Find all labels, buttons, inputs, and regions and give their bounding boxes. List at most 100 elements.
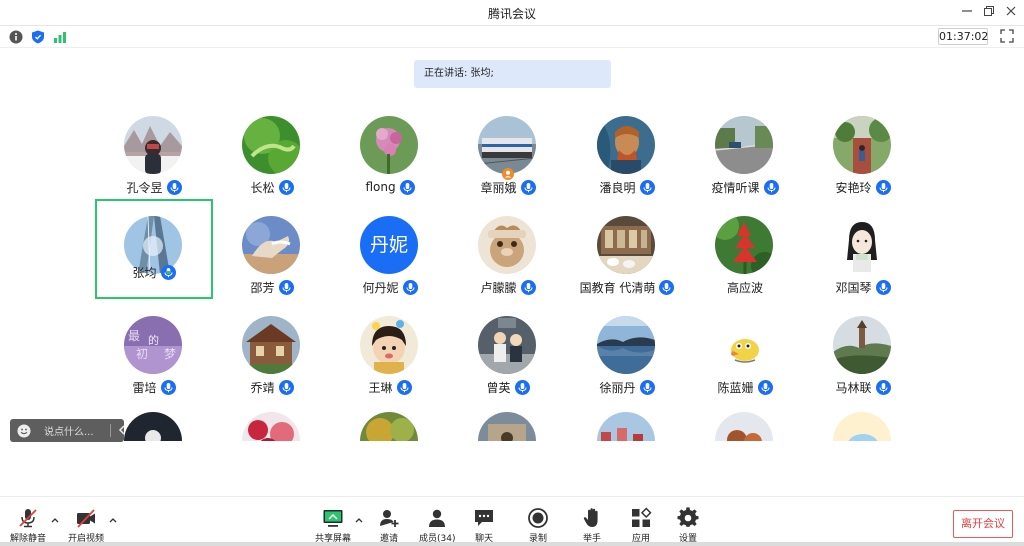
participant-name-row: 孔令昱	[95, 179, 213, 195]
participant-tile[interactable]: 最的初 梦雷培	[95, 299, 213, 399]
participant-name-row: 马林联	[804, 379, 922, 395]
chat-button[interactable]: 聊天	[472, 507, 496, 544]
close-button[interactable]	[1002, 4, 1020, 22]
share-screen-button[interactable]: 共享屏幕	[313, 507, 353, 544]
avatar-image	[715, 216, 773, 274]
participant-tile[interactable]: 陈蓝姗	[686, 299, 804, 399]
participant-tile[interactable]: 曾英	[449, 299, 567, 399]
avatar-image	[597, 316, 655, 374]
add-user-icon	[380, 510, 399, 527]
participant-name: 潘良明	[599, 180, 636, 195]
svg-text:初: 初	[136, 347, 148, 361]
participant-tile[interactable]: 张均	[95, 199, 213, 299]
restore-button[interactable]	[980, 4, 998, 22]
participant-tile[interactable]: 卢朦朦	[449, 199, 567, 299]
svg-text:最: 最	[128, 329, 140, 343]
apps-button[interactable]: 应用	[629, 507, 653, 544]
participant-name: 高应波	[726, 280, 763, 295]
window-titlebar: 腾讯会议	[0, 0, 1024, 26]
apps-grid-icon	[632, 507, 652, 527]
participant-name: 国教育 代清萌	[579, 280, 656, 295]
participant-name: 孔令昱	[126, 180, 163, 195]
mic-icon	[402, 279, 418, 295]
chat-placeholder[interactable]: 说点什么...	[44, 423, 94, 438]
participant-tile[interactable]: 王琳	[331, 299, 449, 399]
participant-tile[interactable]: 潘良明	[568, 99, 686, 199]
participant-name: 陈蓝姗	[717, 380, 754, 395]
participant-tile[interactable]: 高应波	[686, 199, 804, 299]
participant-tile[interactable]: 邵芳	[213, 199, 331, 299]
emoji-icon[interactable]	[17, 424, 31, 438]
participant-tile[interactable]: flong	[331, 99, 449, 199]
participant-name: 章丽娥	[480, 180, 517, 195]
participant-tile[interactable]: 安艳玲	[804, 99, 922, 199]
chevron-up-icon[interactable]	[50, 515, 60, 525]
mic-icon	[399, 179, 415, 195]
security-shield-icon[interactable]	[31, 30, 45, 44]
signal-strength-icon[interactable]	[53, 30, 67, 44]
settings-button[interactable]: 设置	[676, 507, 700, 544]
avatar-partial	[478, 412, 536, 441]
participant-tile[interactable]: 乔靖	[213, 299, 331, 399]
participant-tile[interactable]: 丹妮 何丹妮	[331, 199, 449, 299]
participant-name-row: 邵芳	[213, 279, 331, 295]
avatar	[833, 116, 891, 174]
avatar	[833, 216, 891, 274]
avatar	[715, 216, 773, 274]
record-button[interactable]: 录制	[526, 507, 550, 544]
avatar	[478, 316, 536, 374]
participant-tile[interactable]: 国教育 代清萌	[568, 199, 686, 299]
participant-name-row: 乔靖	[213, 379, 331, 395]
svg-text:梦: 梦	[164, 347, 176, 361]
avatar-image	[597, 412, 655, 441]
mic-icon	[278, 379, 294, 395]
svg-text:的: 的	[148, 333, 159, 347]
chevron-up-icon[interactable]	[108, 515, 118, 525]
avatar-image: 最的初 梦	[124, 316, 182, 374]
avatar-image	[360, 316, 418, 374]
avatar-image	[478, 216, 536, 274]
participant-tile[interactable]: 邓国琴	[804, 199, 922, 299]
participant-name: 张均	[132, 265, 157, 280]
members-button[interactable]: 成员(34)	[419, 507, 455, 544]
avatar-image	[242, 216, 300, 274]
participant-tile[interactable]: 疫情听课	[686, 99, 804, 199]
avatar-image	[242, 316, 300, 374]
bottom-strip	[0, 542, 1024, 546]
start-video-button[interactable]: 开启视频	[66, 507, 106, 544]
avatar-image	[124, 412, 182, 441]
participant-name-row: 安艳玲	[804, 179, 922, 195]
avatar-image	[833, 216, 891, 274]
avatar	[833, 316, 891, 374]
participant-name-row: 邓国琴	[804, 279, 922, 295]
participant-name-row: flong	[331, 179, 449, 195]
mic-icon	[875, 179, 891, 195]
participant-tile[interactable]: 孔令昱	[95, 99, 213, 199]
leave-meeting-button[interactable]: 离开会议	[953, 510, 1013, 538]
chevron-left-icon[interactable]	[117, 423, 127, 437]
mic-icon	[875, 279, 891, 295]
fullscreen-icon[interactable]	[1000, 29, 1014, 43]
info-icon[interactable]	[9, 30, 23, 44]
minimize-button[interactable]	[958, 4, 976, 22]
participant-name-row: 张均	[97, 264, 211, 280]
avatar-partial	[833, 412, 891, 441]
quick-chat-bar[interactable]: 说点什么...	[10, 419, 127, 442]
participant-tile[interactable]: 马林联	[804, 299, 922, 399]
participant-name: 曾英	[486, 380, 511, 395]
participant-name-row: 曾英	[449, 379, 567, 395]
mic-icon	[875, 379, 891, 395]
unmute-button[interactable]: 解除静音	[9, 507, 47, 544]
avatar-partial	[242, 412, 300, 441]
mic-icon	[278, 179, 294, 195]
participant-tile[interactable]: 徐丽丹	[568, 299, 686, 399]
avatar	[242, 216, 300, 274]
participant-tile[interactable]: 长松	[213, 99, 331, 199]
participant-tile[interactable]: 章丽娥	[449, 99, 567, 199]
raise-hand-button[interactable]: 举手	[580, 507, 604, 544]
participant-name-row: 陈蓝姗	[686, 379, 804, 395]
invite-button[interactable]: 邀请	[375, 507, 403, 544]
avatar-image	[478, 316, 536, 374]
chevron-up-icon[interactable]	[354, 515, 364, 525]
participant-name: 乔靖	[250, 380, 275, 395]
